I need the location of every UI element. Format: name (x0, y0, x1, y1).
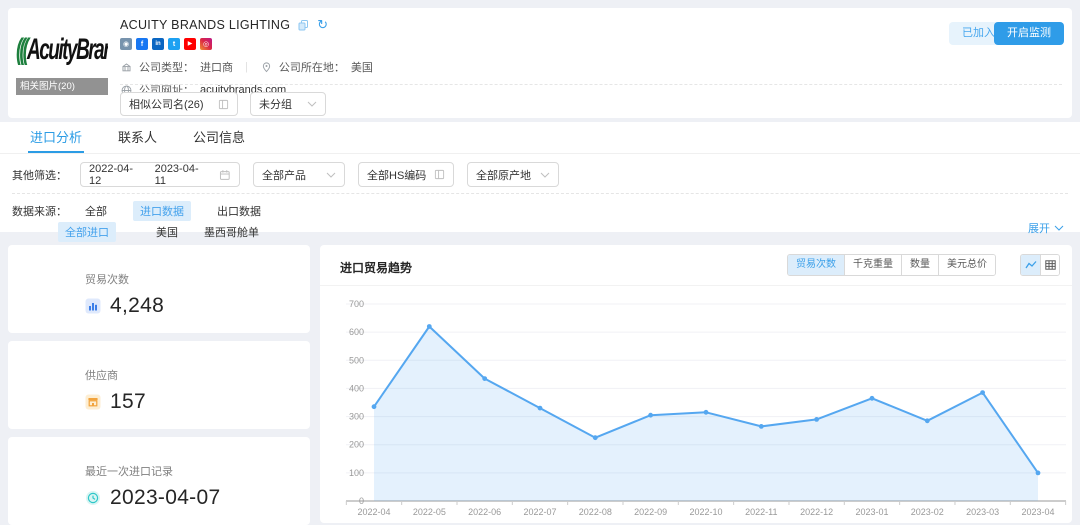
tab-contacts[interactable]: 联系人 (118, 122, 157, 153)
chevron-down-icon (1054, 225, 1064, 231)
last-import-value: 2023-04-07 (110, 486, 220, 510)
company-header-card: (((AcuityBrands 相关图片(20) ACUITY BRANDS L… (8, 8, 1072, 118)
svg-text:2022-11: 2022-11 (745, 507, 777, 517)
shop-icon (85, 394, 101, 410)
dashed-divider (120, 84, 1062, 85)
svg-text:2023-03: 2023-03 (966, 507, 999, 517)
related-images-badge[interactable]: 相关图片(20) (16, 78, 108, 95)
svg-text:100: 100 (349, 468, 364, 478)
trade-count-label: 贸易次数 (85, 271, 310, 287)
supplier-label: 供应商 (85, 367, 310, 383)
copy-icon[interactable] (297, 19, 310, 32)
chevron-down-icon (307, 101, 317, 107)
svg-text:500: 500 (349, 355, 364, 365)
date-start: 2022-04-12 (89, 163, 144, 187)
refresh-icon[interactable]: ↻ (317, 19, 328, 31)
last-import-label: 最近一次进口记录 (85, 463, 310, 479)
location-label: 公司所在地： (279, 59, 345, 75)
scope-mexico-manifest[interactable]: 墨西哥舱单 (204, 224, 259, 240)
svg-text:2023-02: 2023-02 (911, 507, 944, 517)
svg-text:2022-08: 2022-08 (579, 507, 612, 517)
svg-text:2022-12: 2022-12 (800, 507, 833, 517)
supplier-card: 供应商 157 (8, 341, 310, 429)
source-all[interactable]: 全部 (85, 203, 107, 219)
product-select[interactable]: 全部产品 (253, 162, 345, 187)
last-import-card: 最近一次进口记录 2023-04-07 (8, 437, 310, 525)
svg-text:700: 700 (349, 299, 364, 309)
svg-text:2022-10: 2022-10 (689, 507, 722, 517)
chevron-down-icon (326, 172, 336, 178)
web-icon[interactable]: ◉ (120, 38, 132, 50)
trend-chart[interactable]: 01002003004005006007002022-042022-052022… (320, 245, 1072, 523)
svg-text:2022-07: 2022-07 (523, 507, 556, 517)
group-select[interactable]: 未分组 (250, 92, 326, 116)
start-monitor-button[interactable]: 开启监测 (994, 22, 1064, 45)
other-filters-label: 其他筛选： (12, 167, 67, 183)
tab-company-info[interactable]: 公司信息 (193, 122, 245, 153)
linkedin-icon[interactable]: in (152, 38, 164, 50)
svg-text:2022-04: 2022-04 (357, 507, 390, 517)
instagram-icon[interactable]: ◎ (200, 38, 212, 50)
import-trend-card: 进口贸易趋势 贸易次数 千克重量 数量 美元总价 010020030040050… (320, 245, 1072, 523)
source-import-data[interactable]: 进口数据 (133, 201, 191, 221)
social-icons-row: ◉ f in t ▶ ◎ (120, 38, 373, 50)
chevron-down-icon (540, 172, 550, 178)
panel-icon (218, 99, 229, 110)
company-type-value: 进口商 (200, 59, 233, 75)
divider: | (245, 61, 248, 73)
tabs-and-filters-section: 进口分析 联系人 公司信息 其他筛选： 2022-04-12 2023-04-1… (0, 122, 1080, 232)
svg-text:600: 600 (349, 327, 364, 337)
company-logo-art: (((AcuityBrands (16, 34, 108, 68)
location-value: 美国 (351, 59, 373, 75)
location-icon (260, 61, 273, 74)
hs-code-select[interactable]: 全部HS编码 (358, 162, 454, 187)
calendar-icon (219, 169, 231, 181)
date-range-picker[interactable]: 2022-04-12 2023-04-11 (80, 162, 240, 187)
panel-icon (434, 169, 445, 180)
tab-bar: 进口分析 联系人 公司信息 (0, 122, 1080, 154)
dashed-divider (12, 193, 1068, 194)
company-type-icon (120, 61, 133, 74)
source-export-data[interactable]: 出口数据 (217, 203, 261, 219)
bar-chart-icon (85, 298, 101, 314)
svg-text:400: 400 (349, 383, 364, 393)
svg-text:300: 300 (349, 412, 364, 422)
youtube-icon[interactable]: ▶ (184, 38, 196, 50)
date-end: 2023-04-11 (155, 163, 209, 187)
company-type-label: 公司类型： (139, 59, 194, 75)
svg-text:2022-06: 2022-06 (468, 507, 501, 517)
trade-count-value: 4,248 (110, 294, 164, 318)
company-logo[interactable]: (((AcuityBrands 相关图片(20) (16, 12, 108, 100)
logo-arcs-icon: ((( (16, 34, 26, 67)
scope-usa[interactable]: 美国 (156, 224, 178, 240)
supplier-value: 157 (110, 390, 146, 414)
twitter-icon[interactable]: t (168, 38, 180, 50)
expand-link[interactable]: 展开 (1028, 220, 1064, 236)
similar-companies-select[interactable]: 相似公司名(26) (120, 92, 238, 116)
svg-text:200: 200 (349, 440, 364, 450)
origin-select[interactable]: 全部原产地 (467, 162, 559, 187)
company-name: ACUITY BRANDS LIGHTING (120, 18, 290, 32)
facebook-icon[interactable]: f (136, 38, 148, 50)
svg-text:2023-04: 2023-04 (1021, 507, 1054, 517)
trade-count-card: 贸易次数 4,248 (8, 245, 310, 333)
tab-import-analysis[interactable]: 进口分析 (30, 122, 82, 153)
company-info-block: ACUITY BRANDS LIGHTING ↻ ◉ f in t ▶ ◎ 公司… (120, 18, 373, 98)
scope-all-imports[interactable]: 全部进口 (58, 222, 116, 242)
svg-text:2022-09: 2022-09 (634, 507, 667, 517)
svg-text:2023-01: 2023-01 (855, 507, 888, 517)
clock-icon (85, 490, 101, 506)
data-source-label: 数据来源： (12, 203, 67, 219)
svg-text:2022-05: 2022-05 (413, 507, 446, 517)
